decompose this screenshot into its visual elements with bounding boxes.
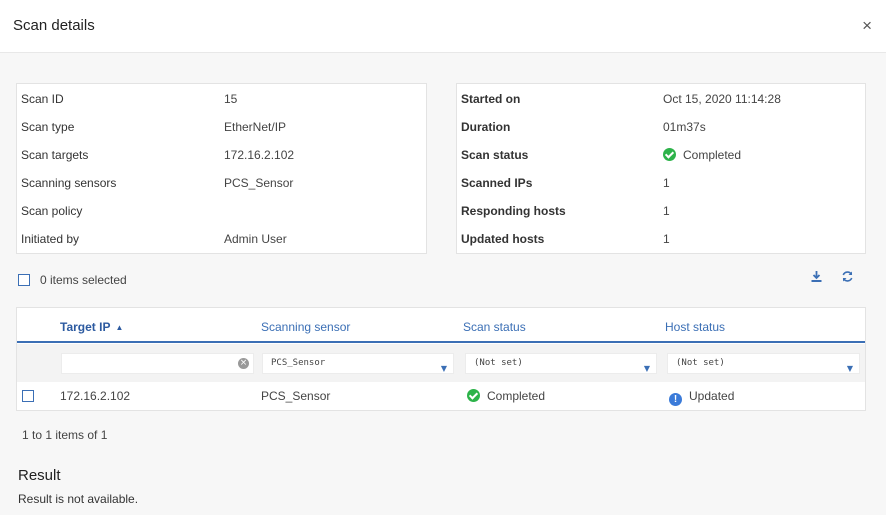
result-text: Result is not available. [18, 492, 139, 506]
detail-label: Duration [461, 120, 511, 134]
detail-row-updated-hosts: Updated hosts 1 [457, 225, 865, 253]
detail-row-scan-status: Scan status Completed [457, 141, 865, 169]
column-header-scan-status[interactable]: Scan status [463, 320, 526, 334]
detail-value: 01m37s [663, 120, 706, 134]
detail-row-scan-id: Scan ID 15 [17, 85, 426, 113]
detail-row-scan-type: Scan type EtherNet/IP [17, 113, 426, 141]
sort-ascending-icon: ▲ [115, 323, 124, 332]
detail-label: Updated hosts [461, 232, 545, 246]
detail-row-scanning-sensors: Scanning sensors PCS_Sensor [17, 169, 426, 197]
scan-details-panel: Scan ID 15 Scan type EtherNet/IP Scan ta… [16, 83, 427, 254]
detail-row-scanned-ips: Scanned IPs 1 [457, 169, 865, 197]
filter-row: × PCS_Sensor ▼ (Not set) ▼ (Not set) ▼ [17, 344, 865, 382]
detail-value: 1 [663, 176, 670, 190]
detail-label: Scan status [461, 148, 529, 162]
detail-value: 1 [663, 204, 670, 218]
detail-value-status: Completed [663, 141, 741, 169]
grid-header: Target IP ▲ Scanning sensor Scan status H… [17, 308, 865, 343]
chevron-down-icon: ▼ [643, 364, 650, 373]
refresh-icon[interactable] [841, 270, 854, 286]
detail-label: Scanned IPs [461, 176, 533, 190]
column-header-host-status[interactable]: Host status [665, 320, 725, 334]
hosts-grid: Target IP ▲ Scanning sensor Scan status H… [16, 307, 866, 411]
detail-row-duration: Duration 01m37s [457, 113, 865, 141]
detail-value: 1 [663, 232, 670, 246]
detail-row-started-on: Started on Oct 15, 2020 11:14:28 [457, 85, 865, 113]
detail-label: Scan type [21, 120, 75, 134]
detail-row-scan-policy: Scan policy [17, 197, 426, 225]
cell-host-status: ! Updated [669, 382, 734, 411]
target-ip-filter-input[interactable]: × [61, 353, 254, 374]
select-all-checkbox[interactable] [18, 274, 30, 286]
detail-row-responding-hosts: Responding hosts 1 [457, 197, 865, 225]
close-icon[interactable]: × [862, 16, 872, 36]
detail-label: Scanning sensors [21, 176, 117, 190]
dialog-header: Scan details × [0, 0, 886, 53]
detail-value: 15 [224, 92, 238, 106]
detail-label: Scan targets [21, 148, 89, 162]
clear-filter-icon[interactable]: × [238, 358, 249, 369]
check-circle-icon [467, 389, 480, 402]
info-circle-icon: ! [669, 393, 682, 406]
cell-scan-status: Completed [467, 382, 545, 411]
scanning-sensor-filter-select[interactable]: PCS_Sensor ▼ [262, 353, 454, 374]
scan-status-text: Completed [683, 148, 742, 162]
pager-info: 1 to 1 items of 1 [22, 428, 108, 442]
detail-value: 172.16.2.102 [224, 148, 295, 162]
detail-value: EtherNet/IP [224, 120, 287, 134]
dialog-title: Scan details [13, 17, 95, 34]
cell-target-ip: 172.16.2.102 [60, 389, 131, 403]
result-heading: Result [18, 467, 61, 484]
download-icon[interactable] [810, 270, 823, 286]
selection-count: 0 items selected [40, 273, 127, 287]
chevron-down-icon: ▼ [846, 364, 853, 373]
cell-scanning-sensor: PCS_Sensor [261, 389, 331, 403]
column-header-target-ip[interactable]: Target IP ▲ [60, 320, 123, 334]
scan-summary-panel: Started on Oct 15, 2020 11:14:28 Duratio… [456, 83, 866, 254]
detail-row-initiated-by: Initiated by Admin User [17, 225, 426, 253]
detail-value: Oct 15, 2020 11:14:28 [663, 92, 781, 106]
column-header-scanning-sensor[interactable]: Scanning sensor [261, 320, 350, 334]
row-checkbox[interactable] [22, 390, 34, 402]
scan-status-filter-select[interactable]: (Not set) ▼ [465, 353, 657, 374]
host-status-filter-select[interactable]: (Not set) ▼ [667, 353, 860, 374]
table-row[interactable]: 172.16.2.102 PCS_Sensor Completed ! Updat… [17, 382, 865, 411]
detail-label: Scan policy [21, 204, 83, 218]
check-circle-icon [663, 148, 676, 161]
chevron-down-icon: ▼ [440, 364, 447, 373]
detail-value: PCS_Sensor [224, 176, 294, 190]
detail-row-scan-targets: Scan targets 172.16.2.102 [17, 141, 426, 169]
detail-label: Started on [461, 92, 521, 106]
detail-label: Scan ID [21, 92, 64, 106]
detail-label: Responding hosts [461, 204, 566, 218]
detail-value: Admin User [224, 232, 287, 246]
detail-label: Initiated by [21, 232, 80, 246]
